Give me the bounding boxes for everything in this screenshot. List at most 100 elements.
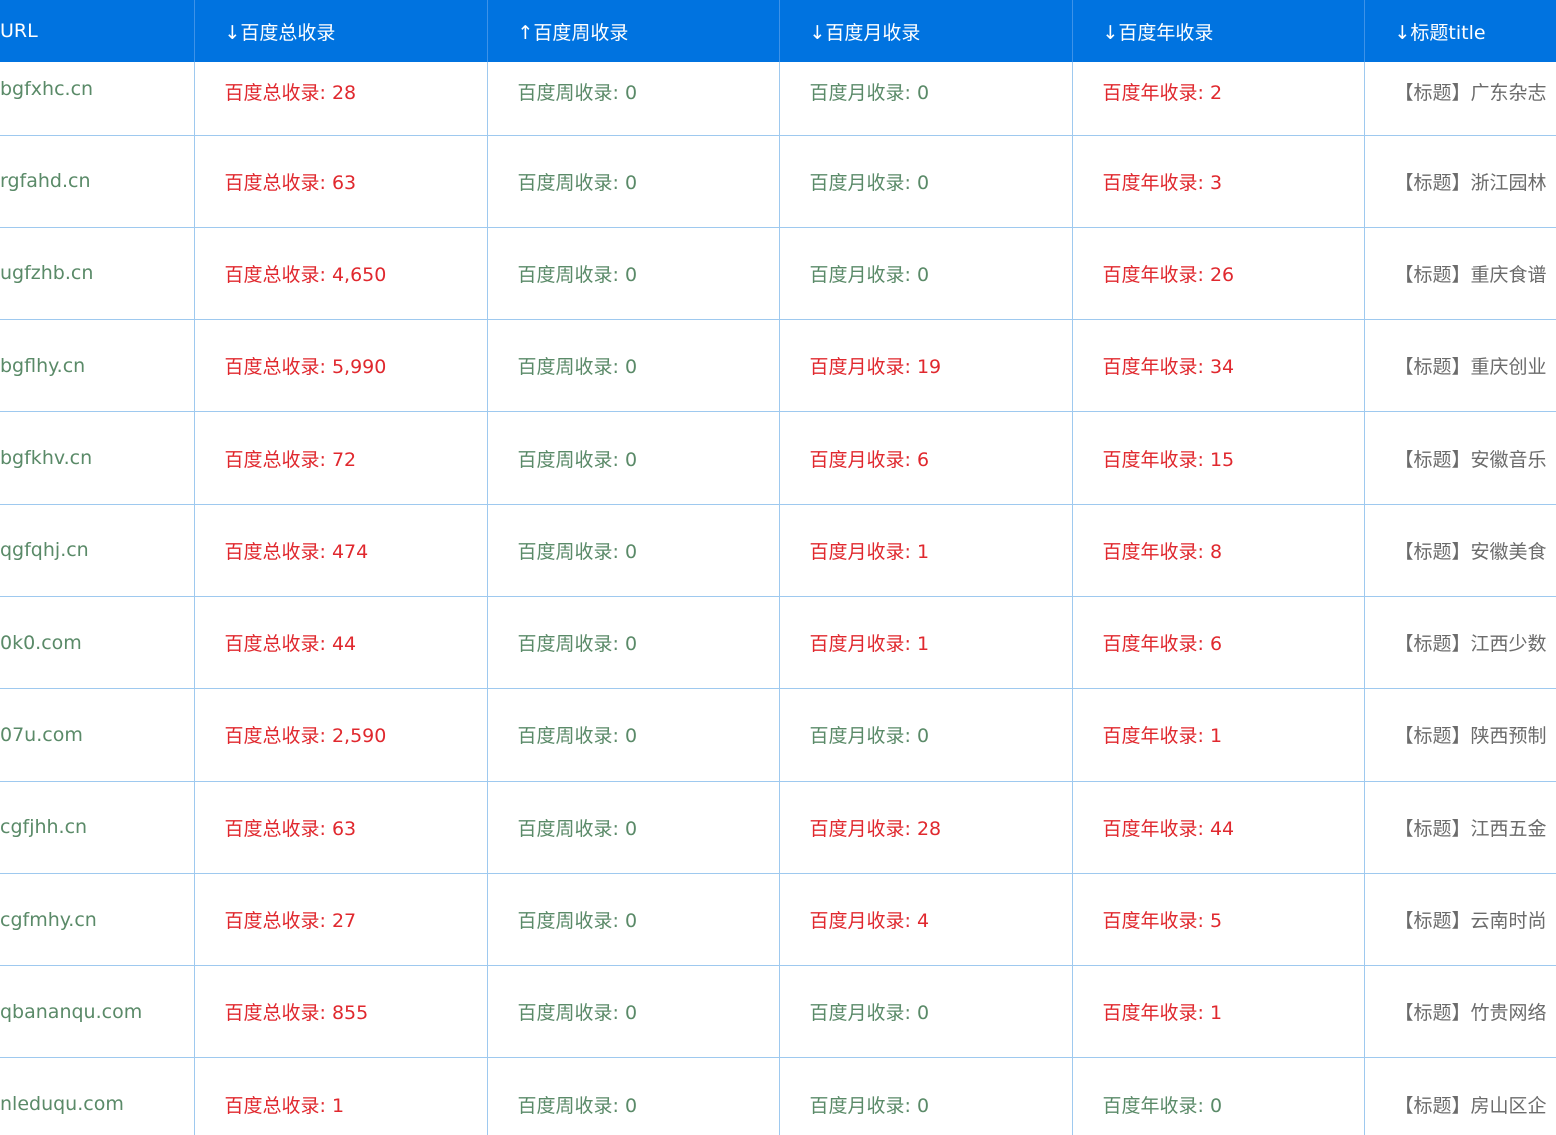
month-index-cell-text: 百度月收录: 4 [809,910,930,933]
title-cell-text: 【标题】浙江园林 [1394,171,1547,194]
week-index-cell: 百度周收录: 0 [487,596,780,690]
year-index-cell: 百度年收录: 1 [1072,965,1365,1059]
url-link-text[interactable]: nleduqu.com [0,1093,124,1115]
week-index-cell-text: 百度周收录: 0 [517,82,638,104]
year-index-cell-text: 百度年收录: 34 [1102,356,1235,379]
url-link-text[interactable]: bgflhy.cn [0,355,85,377]
month-index-cell-text: 百度月收录: 0 [809,263,930,286]
year-index-cell: 百度年收录: 34 [1072,319,1365,413]
total-index-cell: 百度总收录: 474 [194,504,488,597]
title-cell-text: 【标题】安徽美食 [1394,540,1547,563]
month-index-cell-text: 百度月收录: 0 [809,82,930,104]
title-cell-text: 【标题】安徽音乐 [1394,448,1547,471]
url-link[interactable]: ugfzhb.cn [0,227,195,321]
year-index-cell-text: 百度年收录: 44 [1102,817,1235,840]
month-index-cell-text: 百度月收录: 0 [809,725,930,748]
header-url[interactable]: URL [0,0,195,62]
week-index-cell-text: 百度周收录: 0 [517,171,638,194]
url-link[interactable]: qbananqu.com [0,965,195,1059]
indexing-table: URL ↓百度总收录 ↑百度周收录 ↓百度月收录 ↓百度年收录 ↓标题title… [0,0,1556,1135]
total-index-cell-text: 百度总收录: 4,650 [224,263,387,286]
title-cell-text: 【标题】房山区企 [1394,1094,1547,1117]
title-cell-text: 【标题】云南时尚 [1394,910,1547,933]
week-index-cell: 百度周收录: 0 [487,62,780,136]
url-link[interactable]: 0k0.com [0,596,195,690]
total-index-cell: 百度总收录: 855 [194,965,488,1059]
header-title-sort[interactable]: ↓标题title [1364,0,1556,62]
url-link[interactable]: rgfahd.cn [0,135,195,228]
month-index-cell-text: 百度月收录: 6 [809,448,930,471]
url-link[interactable]: 07u.com [0,688,195,782]
table-row: bgfxhc.cn 百度总收录: 28 百度周收录: 0 百度月收录: 0 百度年收录:… [0,62,1556,136]
month-index-cell: 百度月收录: 6 [779,411,1073,505]
week-index-cell: 百度周收录: 0 [487,135,780,228]
url-link-text[interactable]: 07u.com [0,724,83,746]
table-row: 0k0.com 百度总收录: 44 百度周收录: 0 百度月收录: 1 百度年收录: 6… [0,596,1556,690]
week-index-cell: 百度周收录: 0 [487,504,780,597]
year-index-cell: 百度年收录: 6 [1072,596,1365,690]
url-link[interactable]: bgfxhc.cn [0,62,195,136]
total-index-cell-text: 百度总收录: 1 [224,1094,345,1117]
table-row: qgfqhj.cn 百度总收录: 474 百度周收录: 0 百度月收录: 1 百度年收录… [0,504,1556,597]
url-link-text[interactable]: cgfmhy.cn [0,909,97,931]
url-link-text[interactable]: rgfahd.cn [0,170,91,192]
year-index-cell: 百度年收录: 26 [1072,227,1365,321]
total-index-cell-text: 百度总收录: 474 [224,540,369,563]
header-month-index-sort[interactable]: ↓百度月收录 [779,0,1073,62]
month-index-cell: 百度月收录: 28 [779,781,1073,874]
total-index-cell: 百度总收录: 1 [194,1057,488,1135]
week-index-cell: 百度周收录: 0 [487,873,780,967]
year-index-cell: 百度年收录: 8 [1072,504,1365,597]
year-index-cell: 百度年收录: 44 [1072,781,1365,874]
url-link[interactable]: qgfqhj.cn [0,504,195,597]
url-link[interactable]: nleduqu.com [0,1057,195,1135]
url-link[interactable]: bgfkhv.cn [0,411,195,505]
total-index-cell: 百度总收录: 4,650 [194,227,488,321]
title-cell-text: 【标题】重庆食谱 [1394,263,1547,286]
month-index-cell: 百度月收录: 0 [779,965,1073,1059]
url-link-text[interactable]: bgfkhv.cn [0,447,92,469]
year-index-cell-text: 百度年收录: 1 [1102,725,1223,748]
title-cell-text: 【标题】陕西预制 [1394,725,1547,748]
url-link-text[interactable]: ugfzhb.cn [0,262,93,284]
week-index-cell: 百度周收录: 0 [487,319,780,413]
year-index-cell-text: 百度年收录: 8 [1102,540,1223,563]
month-index-cell-text: 百度月收录: 1 [809,540,930,563]
year-index-cell-text: 百度年收录: 1 [1102,1002,1223,1025]
month-index-cell: 百度月收录: 19 [779,319,1073,413]
url-link[interactable]: cgfjhh.cn [0,781,195,874]
year-index-cell-text: 百度年收录: 3 [1102,171,1223,194]
total-index-cell-text: 百度总收录: 27 [224,910,357,933]
title-cell-text: 【标题】重庆创业 [1394,356,1547,379]
title-cell-text: 【标题】广东杂志 [1394,82,1547,104]
month-index-cell: 百度月收录: 0 [779,688,1073,782]
year-index-cell-text: 百度年收录: 0 [1102,1094,1223,1117]
year-index-cell-text: 百度年收录: 26 [1102,263,1235,286]
header-year-index-sort[interactable]: ↓百度年收录 [1072,0,1365,62]
total-index-cell: 百度总收录: 44 [194,596,488,690]
title-cell: 【标题】房山区企 [1364,1057,1556,1135]
url-link[interactable]: cgfmhy.cn [0,873,195,967]
data-table-container: URL ↓百度总收录 ↑百度周收录 ↓百度月收录 ↓百度年收录 ↓标题title… [0,0,1556,1135]
url-link-text[interactable]: qbananqu.com [0,1001,142,1023]
header-week-index-sort[interactable]: ↑百度周收录 [487,0,780,62]
total-index-cell: 百度总收录: 2,590 [194,688,488,782]
url-link-text[interactable]: cgfjhh.cn [0,816,87,838]
table-row: nleduqu.com 百度总收录: 1 百度周收录: 0 百度月收录: 0 百度年收录… [0,1057,1556,1135]
url-link-text[interactable]: qgfqhj.cn [0,539,89,561]
month-index-cell: 百度月收录: 0 [779,62,1073,136]
title-cell: 【标题】陕西预制 [1364,688,1556,782]
header-total-index-sort[interactable]: ↓百度总收录 [194,0,488,62]
year-index-cell: 百度年收录: 3 [1072,135,1365,228]
url-link-text[interactable]: bgfxhc.cn [0,78,93,100]
total-index-cell-text: 百度总收录: 5,990 [224,356,387,379]
month-index-cell: 百度月收录: 0 [779,227,1073,321]
table-row: 07u.com 百度总收录: 2,590 百度周收录: 0 百度月收录: 0 百度年收录… [0,688,1556,782]
week-index-cell: 百度周收录: 0 [487,688,780,782]
title-cell: 【标题】安徽美食 [1364,504,1556,597]
week-index-cell: 百度周收录: 0 [487,1057,780,1135]
total-index-cell: 百度总收录: 63 [194,135,488,228]
url-link[interactable]: bgflhy.cn [0,319,195,413]
total-index-cell-text: 百度总收录: 28 [224,82,357,104]
url-link-text[interactable]: 0k0.com [0,632,82,654]
